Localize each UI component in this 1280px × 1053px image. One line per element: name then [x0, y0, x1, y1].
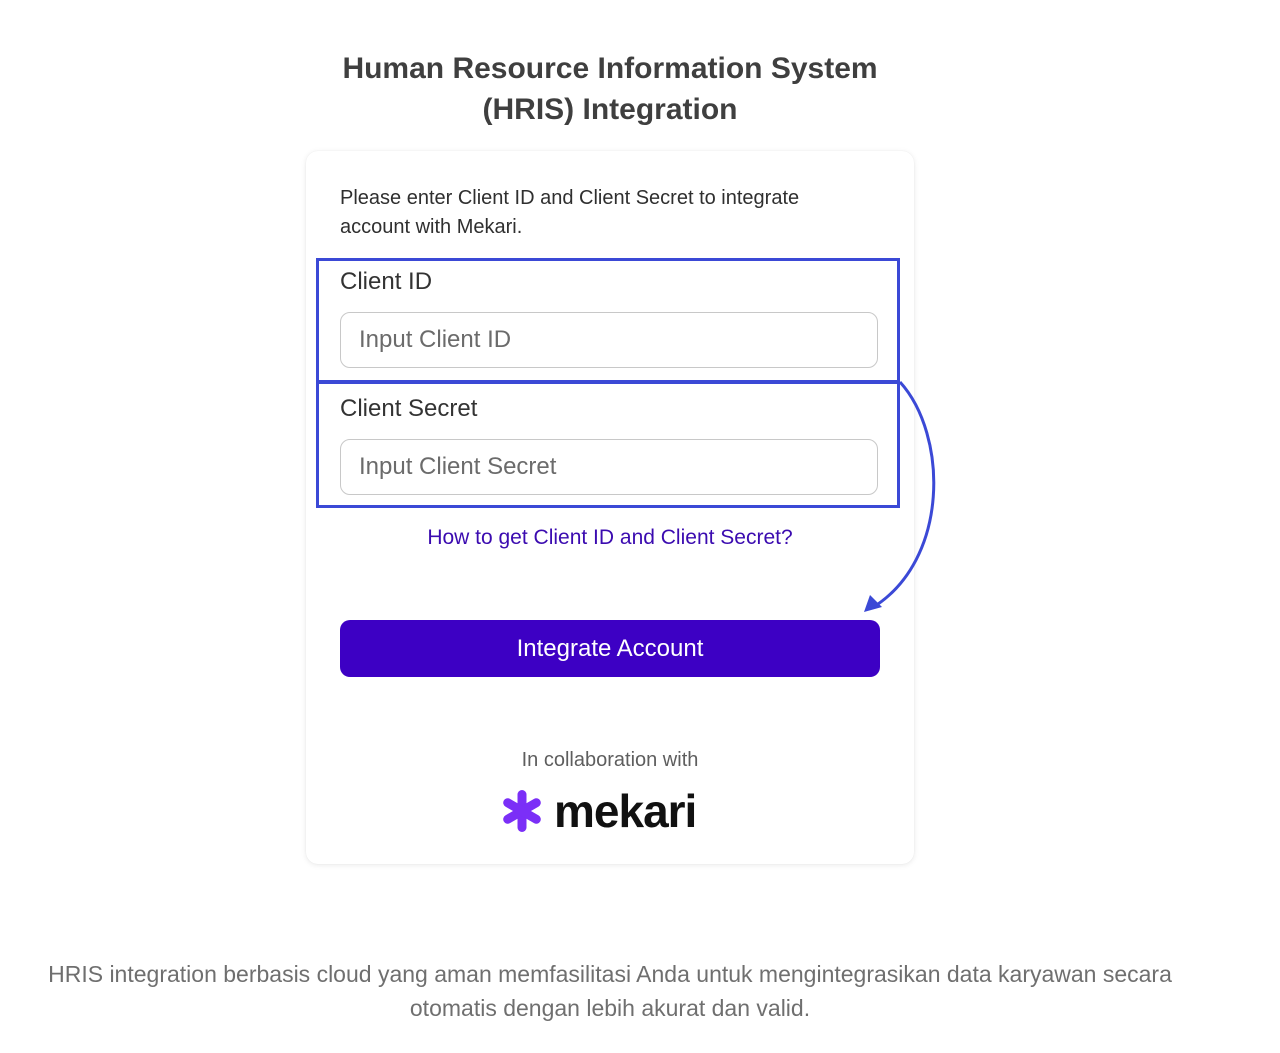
- help-link[interactable]: How to get Client ID and Client Secret?: [306, 524, 914, 552]
- client-secret-input[interactable]: [340, 439, 878, 495]
- page-title-line-2: (HRIS) Integration: [482, 93, 738, 127]
- integration-card: Please enter Client ID and Client Secret…: [306, 151, 914, 864]
- collaboration-text: In collaboration with: [521, 749, 699, 771]
- footer-description: HRIS integration berbasis cloud yang ama…: [48, 961, 1172, 1021]
- integrate-account-button[interactable]: Integrate Account: [340, 620, 880, 677]
- client-id-label: Client ID: [340, 268, 433, 295]
- page-title: Human Resource Information System (HRIS)…: [0, 48, 1220, 130]
- client-secret-label: Client Secret: [340, 395, 478, 422]
- client-id-input[interactable]: [340, 312, 878, 368]
- mekari-logo: mekari: [498, 785, 697, 837]
- page-title-line-1: Human Resource Information System: [342, 52, 878, 86]
- mekari-star-icon: [503, 790, 541, 832]
- mekari-logo-text: mekari: [554, 785, 697, 837]
- intro-text: Please enter Client ID and Client Secret…: [340, 187, 800, 238]
